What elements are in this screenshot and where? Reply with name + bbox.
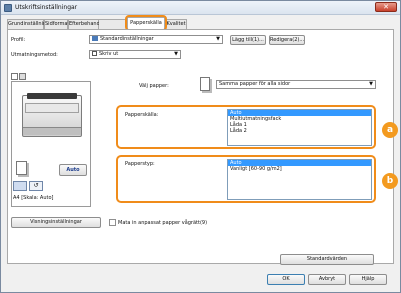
printer-top	[27, 93, 77, 99]
paper-type-option[interactable]: Vanligt [60-90 g/m2]	[228, 166, 371, 172]
profile-select[interactable]: Standardinställningar ▼	[89, 35, 223, 44]
title-bar: Utskriftsinställningar ✕	[1, 1, 400, 15]
tab-page-format[interactable]: Sidformat	[44, 19, 69, 29]
preview-page-icon[interactable]	[11, 73, 18, 80]
add-profile-button[interactable]: Lägg till(1)...	[230, 35, 266, 45]
paper-source-label: Papperskälla:	[125, 112, 159, 118]
profile-value: Standardinställningar	[100, 36, 154, 42]
printer-panel	[25, 103, 79, 113]
profile-label: Profil:	[11, 37, 26, 43]
tab-finishing[interactable]: Efterbehandlin	[68, 19, 106, 29]
chevron-down-icon: ▼	[216, 36, 220, 42]
output-method-value: Skriv ut	[99, 51, 119, 57]
horizontal-feed-checkbox[interactable]	[109, 219, 116, 226]
paper-stack-icon	[16, 161, 27, 175]
paper-source-list[interactable]: Auto Multiutmatningsfack Låda 1 Låda 2	[227, 109, 372, 146]
paper-select-dropdown[interactable]: Samma papper för alla sidor ▼	[216, 80, 376, 89]
printer-icon	[4, 4, 12, 12]
print-icon	[92, 51, 97, 56]
preview-printer-icon[interactable]	[19, 73, 26, 80]
tab-basic-settings[interactable]: Grundinställningar	[7, 19, 54, 29]
output-method-label: Utmatningsmetod:	[11, 52, 58, 58]
window-title: Utskriftsinställningar	[15, 4, 78, 11]
profile-icon	[92, 36, 98, 41]
print-settings-window: Utskriftsinställningar ✕ Grundinställnin…	[0, 0, 401, 293]
printer-tray	[23, 127, 81, 135]
paper-select-value: Samma papper för alla sidor	[219, 81, 291, 87]
orientation-icon[interactable]: ↺	[29, 181, 43, 191]
paper-type-label: Papperstyp:	[125, 161, 155, 167]
auto-source-button[interactable]: Auto	[59, 164, 87, 176]
layout-icon[interactable]	[13, 181, 27, 191]
output-method-select[interactable]: Skriv ut ▼	[89, 50, 181, 59]
cancel-button[interactable]: Avbryt	[308, 274, 346, 285]
close-button[interactable]: ✕	[375, 2, 397, 12]
tab-spacer	[99, 19, 127, 29]
display-settings-button[interactable]: Visningsinställningar	[11, 217, 101, 228]
paper-type-list[interactable]: Auto Vanligt [60-90 g/m2]	[227, 159, 372, 200]
paper-select-label: Välj papper:	[139, 83, 169, 89]
edit-profile-button[interactable]: Redigera(2)...	[269, 35, 305, 45]
tab-quality[interactable]: Kvalitet	[165, 19, 187, 29]
marker-b: b	[382, 173, 398, 189]
help-button[interactable]: Hjälp	[349, 274, 387, 285]
marker-a: a	[382, 122, 398, 138]
chevron-down-icon: ▼	[369, 81, 373, 87]
preview-status-text: A4 [Skala: Auto]	[13, 195, 54, 201]
paper-source-option[interactable]: Låda 2	[228, 128, 371, 134]
defaults-button[interactable]: Standardvärden	[280, 254, 374, 265]
horizontal-feed-label: Mata in anpassat papper vågrätt(9)	[118, 220, 208, 226]
paper-icon	[200, 77, 210, 91]
chevron-down-icon: ▼	[174, 51, 178, 57]
ok-button[interactable]: OK	[267, 274, 305, 285]
